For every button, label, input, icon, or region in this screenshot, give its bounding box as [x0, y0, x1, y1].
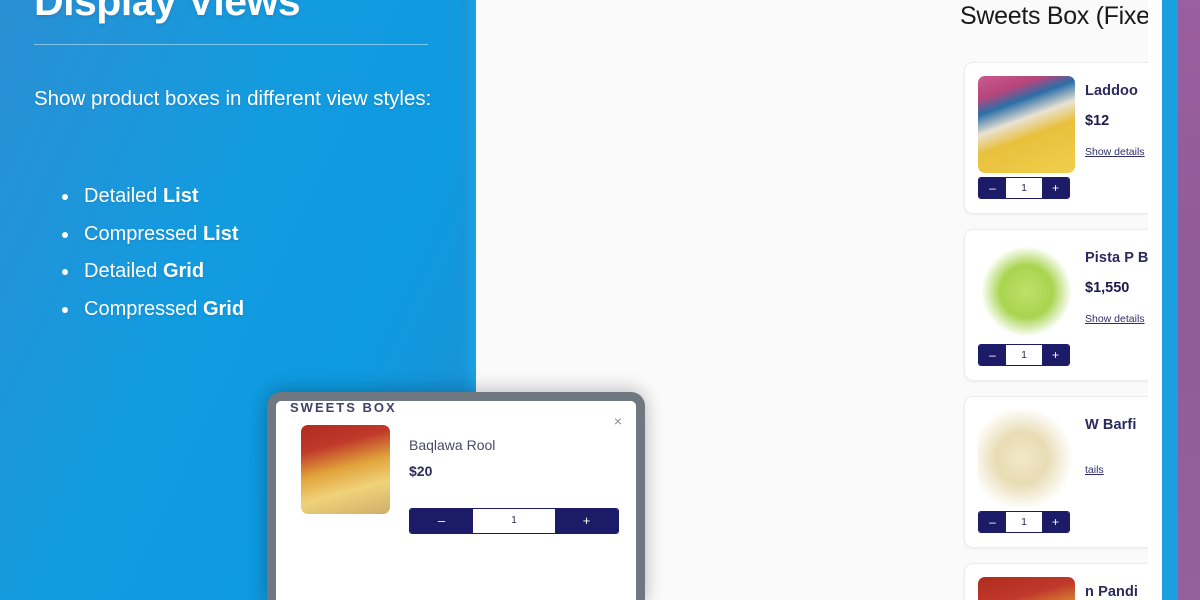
increment-button[interactable]: + [555, 509, 618, 533]
modal-product-name: Baqlawa Rool [409, 437, 496, 453]
decrement-button[interactable]: – [410, 509, 473, 533]
decrement-button[interactable]: – [979, 345, 1006, 365]
modal-product-price: $20 [409, 463, 433, 479]
feature-plain: Detailed [84, 185, 163, 207]
clipped-header-text: SWEETS BOX [290, 401, 397, 415]
decrement-button[interactable]: – [979, 178, 1006, 198]
increment-button[interactable]: + [1042, 345, 1069, 365]
quantity-value[interactable]: 1 [1006, 345, 1042, 365]
feature-bold: Grid [162, 260, 205, 282]
list-item: Detailed List [58, 178, 438, 216]
modal-product-image [301, 425, 390, 514]
feature-bold: List [162, 185, 199, 207]
product-image [978, 577, 1075, 600]
modal-quantity-stepper[interactable]: – 1 + [409, 508, 619, 534]
list-item: Compressed Grid [58, 291, 438, 329]
product-price: $12 [1085, 113, 1110, 129]
feature-plain: Detailed [84, 260, 163, 282]
close-icon[interactable]: × [614, 414, 622, 428]
product-info: n Pandi [1085, 584, 1138, 600]
quantity-value[interactable]: 1 [473, 509, 555, 533]
right-purple-strip [1178, 0, 1200, 600]
quantity-value[interactable]: 1 [1006, 178, 1042, 198]
show-details-link[interactable]: tails [1085, 464, 1104, 476]
quantity-stepper[interactable]: – 1 + [978, 511, 1070, 533]
decrement-button[interactable]: – [979, 512, 1006, 532]
tablet-device-mockup: SWEETS BOX × Baqlawa Rool $20 – 1 + [267, 392, 645, 600]
product-image [978, 76, 1075, 173]
feature-bold: Grid [202, 297, 245, 320]
product-name: W Barfi [1085, 417, 1137, 433]
increment-button[interactable]: + [1042, 512, 1069, 532]
list-item: Compressed List [58, 216, 438, 254]
promo-title: Display Views [34, 0, 301, 24]
feature-bold: List [202, 222, 239, 245]
device-screen: SWEETS BOX × Baqlawa Rool $20 – 1 + [276, 401, 636, 600]
promo-feature-list: Detailed List Compressed List Detailed G… [58, 178, 438, 328]
list-item: Detailed Grid [58, 253, 438, 291]
right-white-gap [1148, 0, 1162, 600]
increment-button[interactable]: + [1042, 178, 1069, 198]
right-blue-strip [1162, 0, 1178, 600]
show-details-link[interactable]: Show details [1085, 146, 1145, 158]
product-info: Laddoo $12 Show details [1085, 83, 1145, 160]
quantity-value[interactable]: 1 [1006, 512, 1042, 532]
product-name: Laddoo [1085, 83, 1138, 99]
product-image [978, 410, 1075, 507]
product-info: W Barfi tails [1085, 417, 1136, 478]
screenshot-root: Display Views Show product boxes in diff… [0, 0, 1200, 600]
promo-divider [34, 44, 428, 45]
product-image [978, 243, 1075, 340]
quantity-stepper[interactable]: – 1 + [978, 177, 1070, 199]
feature-plain: Compressed [84, 297, 203, 320]
promo-subtitle: Show product boxes in different view sty… [34, 87, 432, 110]
show-details-link[interactable]: Show details [1085, 313, 1145, 325]
product-name: n Pandi [1085, 584, 1139, 600]
quantity-stepper[interactable]: – 1 + [978, 344, 1070, 366]
feature-plain: Compressed [84, 222, 203, 245]
